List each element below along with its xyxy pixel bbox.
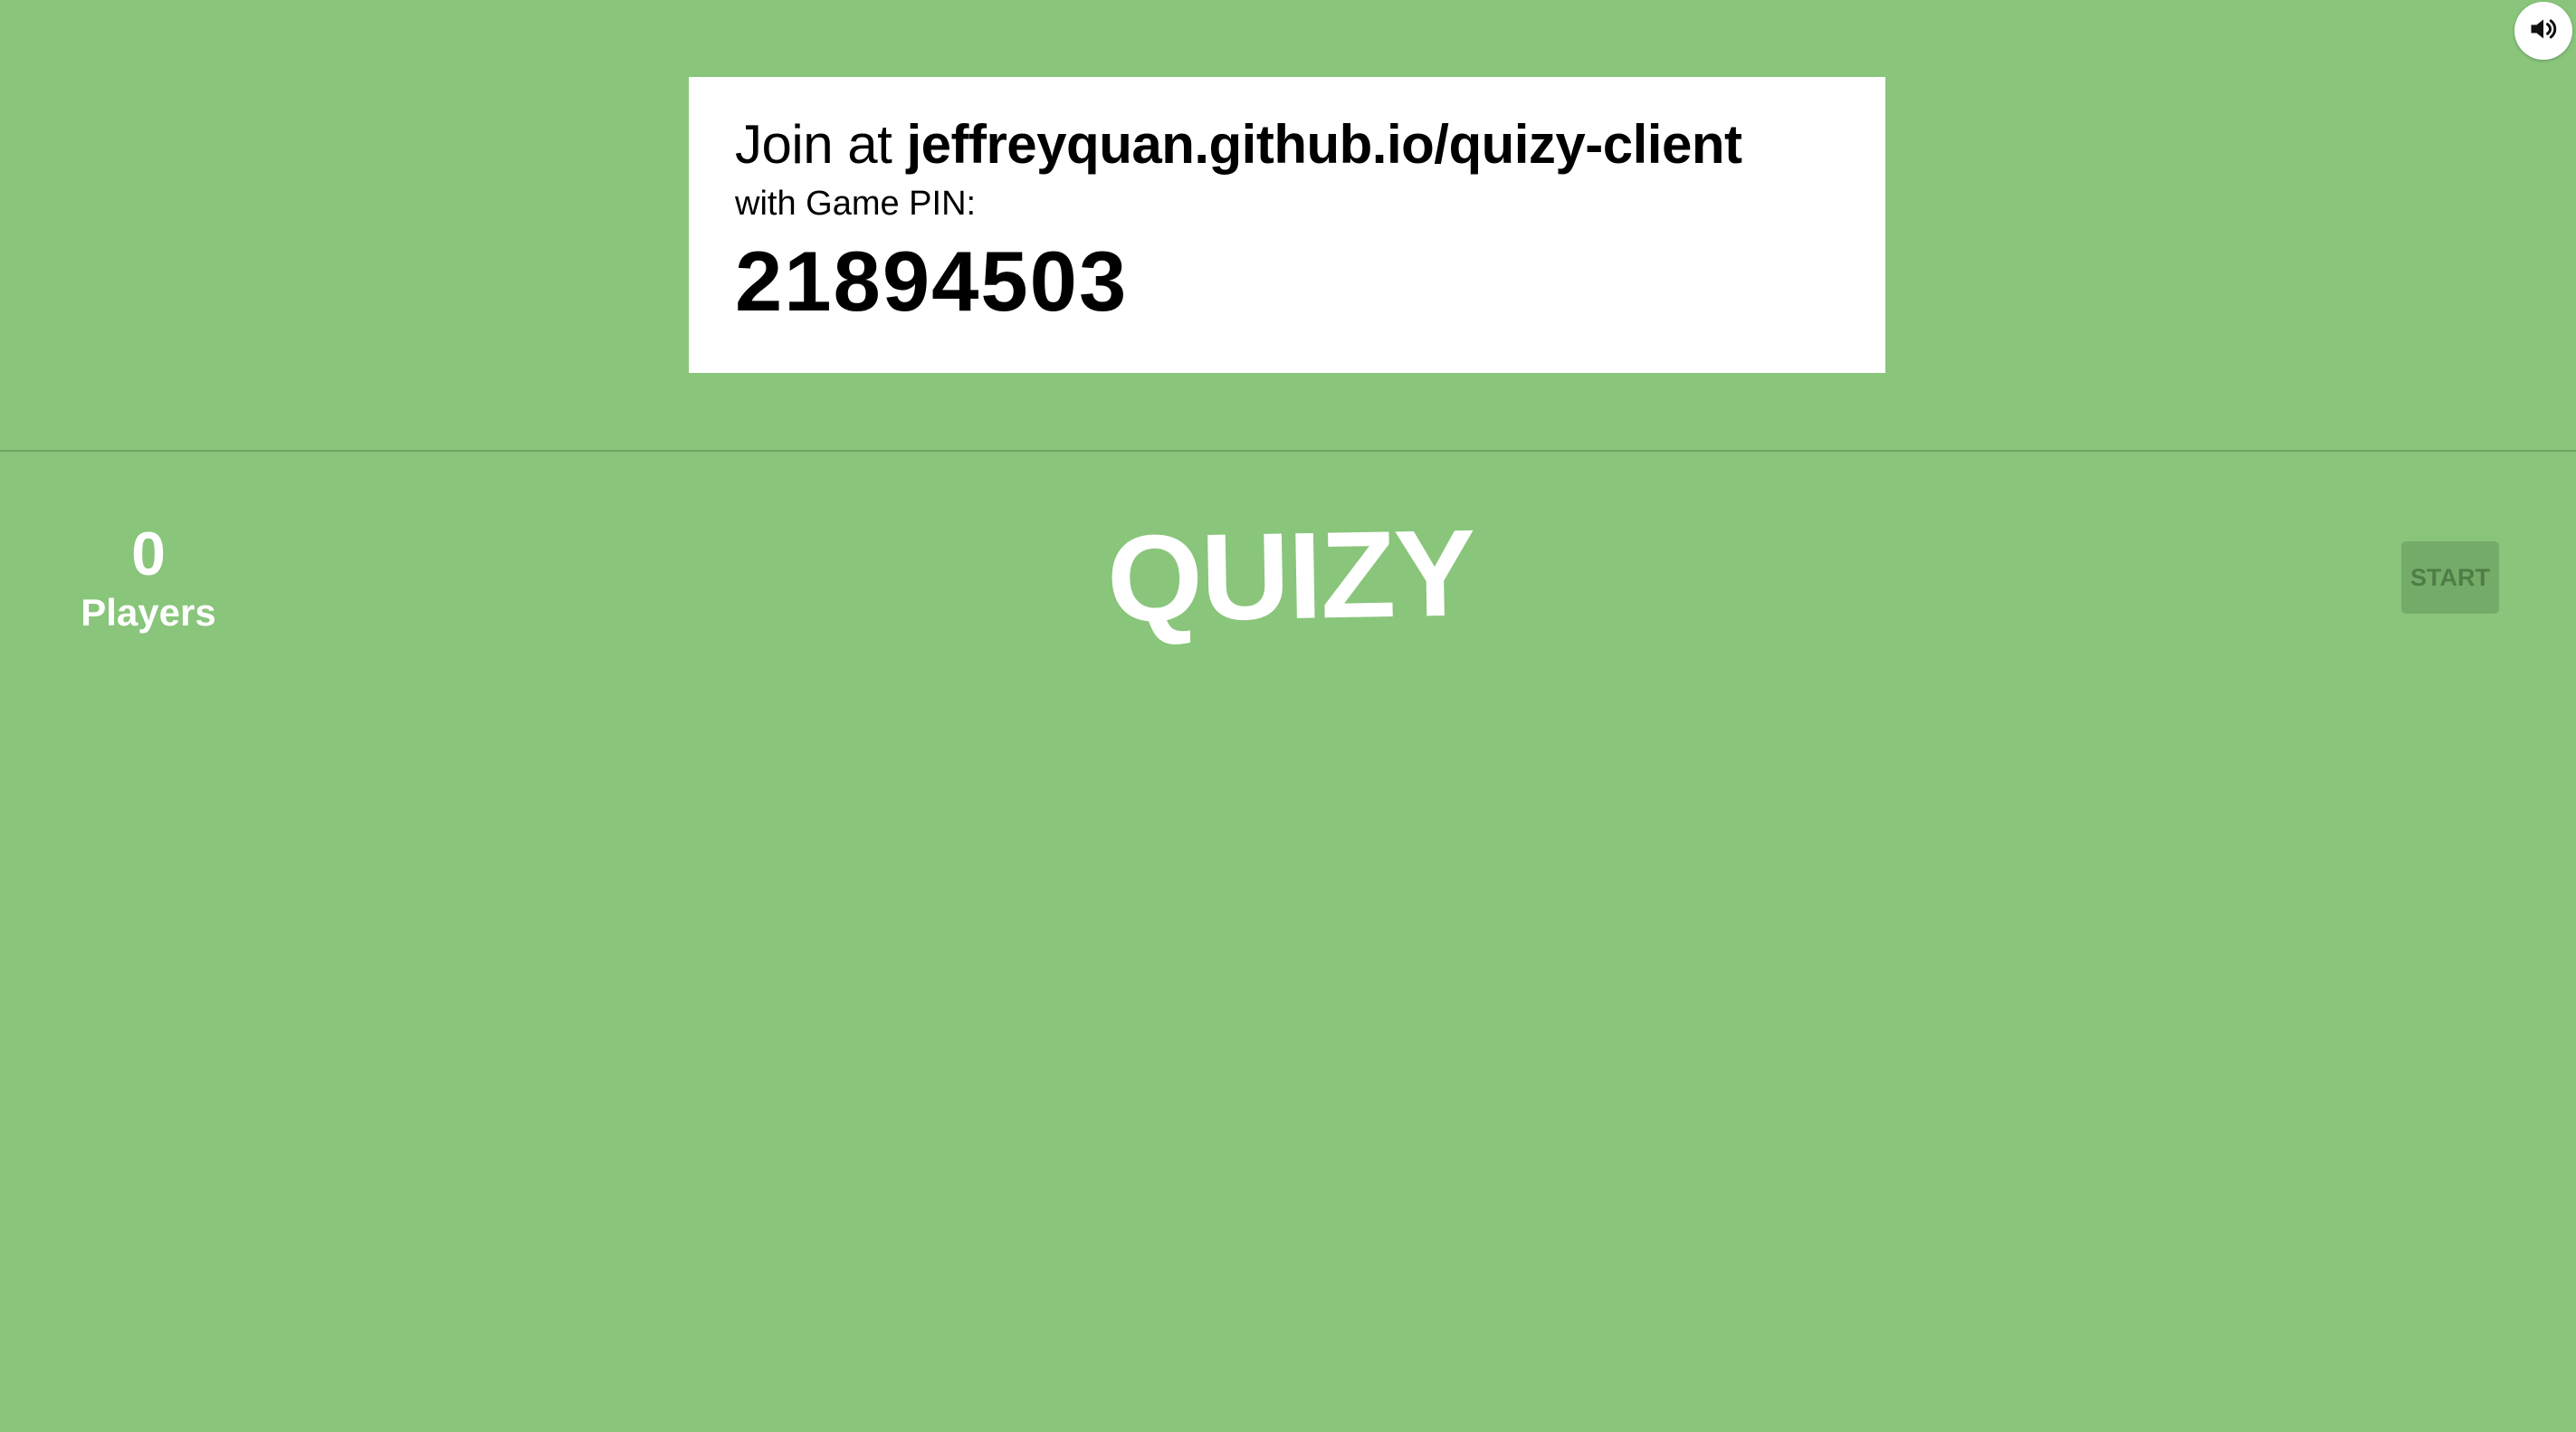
- join-instructions: Join at jeffreyquan.github.io/quizy-clie…: [735, 118, 1885, 172]
- sound-toggle-button[interactable]: [2514, 2, 2572, 60]
- player-count: 0 Players: [58, 523, 239, 632]
- header-divider: [0, 450, 2576, 452]
- lobby-screen: Join at jeffreyquan.github.io/quizy-clie…: [0, 0, 2576, 1432]
- join-info-card: Join at jeffreyquan.github.io/quizy-clie…: [689, 77, 1885, 373]
- speaker-volume-icon: [2527, 13, 2560, 50]
- start-button[interactable]: START: [2401, 541, 2499, 614]
- player-count-number: 0: [131, 520, 166, 588]
- game-pin-label: with Game PIN:: [735, 185, 977, 223]
- join-prefix: Join at: [735, 114, 892, 175]
- game-logo-title: QUIZY: [1105, 503, 1475, 648]
- join-url: jeffreyquan.github.io/quizy-client: [906, 114, 1742, 175]
- player-count-label: Players: [81, 591, 216, 634]
- game-pin: 21894503: [735, 234, 1129, 329]
